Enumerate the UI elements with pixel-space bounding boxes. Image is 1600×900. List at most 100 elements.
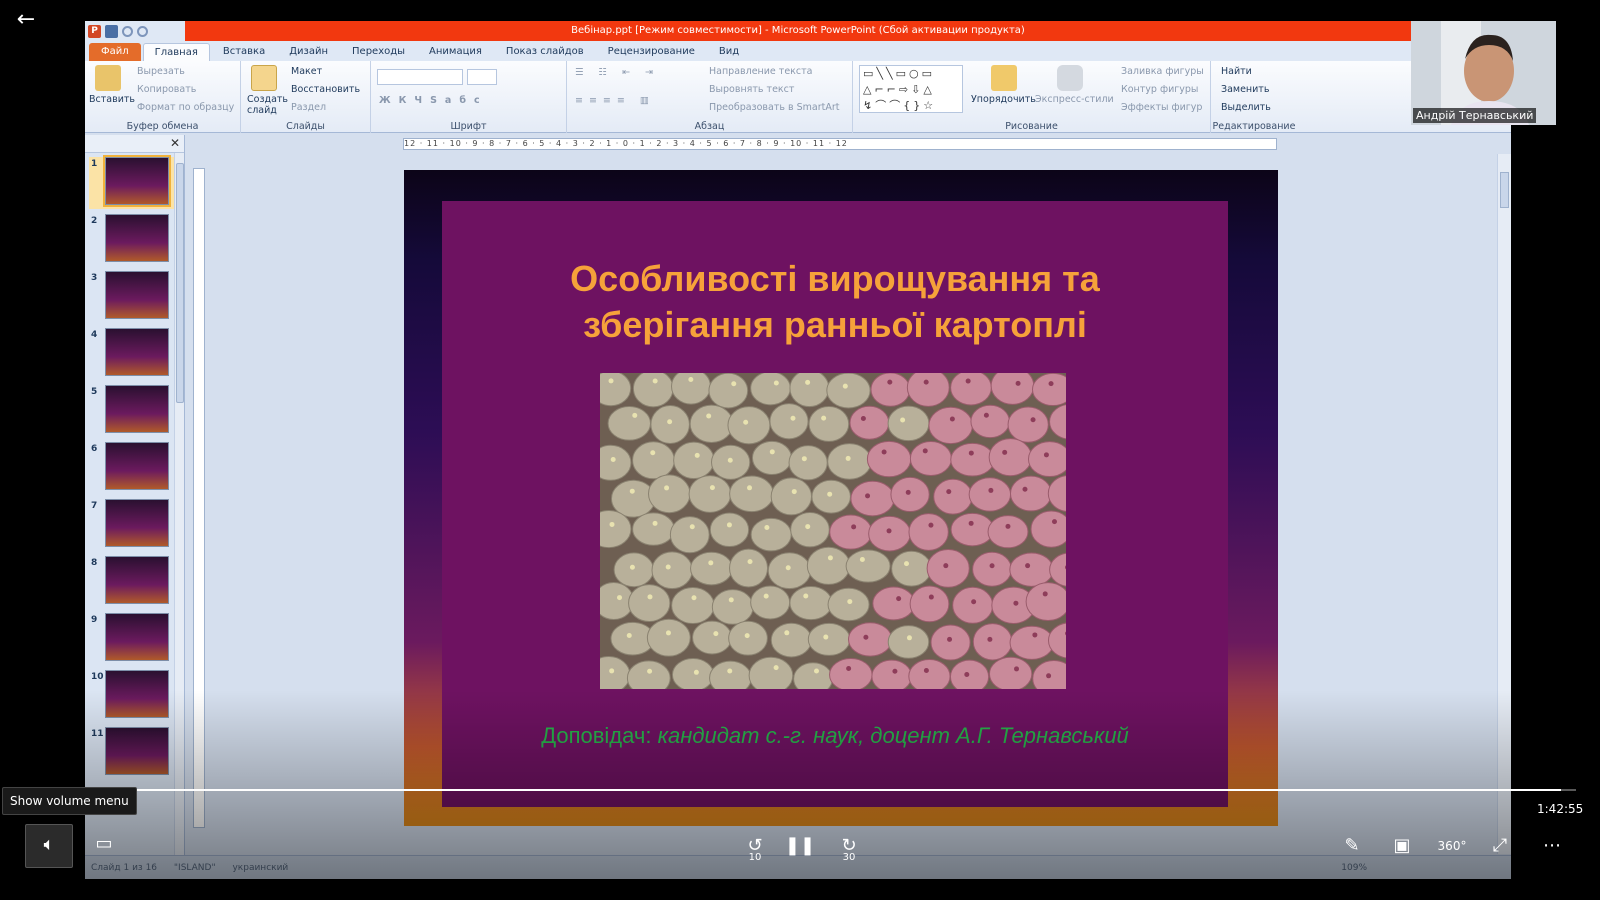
seek-bar[interactable] xyxy=(28,789,1576,791)
mini-player-button[interactable]: ▣ xyxy=(1382,826,1422,866)
list-buttons[interactable]: ☰ ☷ ⇤ ⇥ xyxy=(575,67,659,78)
seek-bar-fill xyxy=(28,789,1561,791)
tab-review[interactable]: Рецензирование xyxy=(597,43,706,61)
paste-button[interactable]: Вставить xyxy=(89,94,135,105)
slide-thumbnail[interactable]: 4 xyxy=(89,328,175,380)
tab-home[interactable]: Главная xyxy=(142,43,210,61)
copy-button[interactable]: Копировать xyxy=(137,84,196,95)
tab-insert[interactable]: Вставка xyxy=(212,43,276,61)
slide-scrollbar[interactable] xyxy=(1497,154,1511,854)
vertical-ruler xyxy=(193,168,205,828)
reset-button[interactable]: Восстановить xyxy=(291,84,360,95)
captions-button[interactable]: ▭ xyxy=(84,824,124,868)
slide-thumbnail-image xyxy=(105,442,169,490)
tab-slideshow[interactable]: Показ слайдов xyxy=(495,43,595,61)
status-language[interactable]: украинский xyxy=(232,863,288,873)
pencil-icon: ✎ xyxy=(1344,835,1360,856)
slide-canvas[interactable]: Особливості вирощування та зберігання ра… xyxy=(404,170,1278,826)
annotate-button[interactable]: ✎ xyxy=(1332,826,1372,866)
group-label-paragraph: Абзац xyxy=(694,121,725,132)
font-size-select[interactable] xyxy=(467,69,497,85)
slide-thumbnail-number: 6 xyxy=(91,444,98,454)
slide-thumbnail[interactable]: 1 xyxy=(89,155,175,209)
font-style-buttons[interactable]: ЖКЧSабс xyxy=(379,95,488,106)
slide-thumbnail-image xyxy=(105,670,169,718)
tab-transitions[interactable]: Переходы xyxy=(341,43,416,61)
slide-thumbnail-image xyxy=(105,385,169,433)
quick-styles-button[interactable]: Экспресс-стили xyxy=(1035,94,1114,105)
font-name-select[interactable] xyxy=(377,69,463,85)
shapes-gallery[interactable]: ▭╲╲▭○▭ △⌐⌐⇨⇩△ ↯⌒⌒{}☆ xyxy=(859,65,963,113)
paste-icon[interactable] xyxy=(95,65,121,91)
slide-footer[interactable]: Доповідач: кандидат с.-г. наук, доцент А… xyxy=(442,723,1228,749)
view-360-button[interactable]: 360° xyxy=(1432,826,1472,866)
slide-title[interactable]: Особливості вирощування та зберігання ра… xyxy=(442,256,1228,348)
align-text-button[interactable]: Выровнять текст xyxy=(709,84,794,95)
slide-thumbnail[interactable]: 7 xyxy=(89,499,175,551)
select-button[interactable]: Выделить xyxy=(1221,102,1271,113)
slide-thumbnail-number: 10 xyxy=(91,672,104,682)
slide-thumbnail-number: 4 xyxy=(91,330,98,340)
slide-thumbnail[interactable]: 11 xyxy=(89,727,175,779)
group-paragraph: ☰ ☷ ⇤ ⇥ ≡≡≡≡ ▥ Направление текста Выровн… xyxy=(567,61,853,133)
slide-content-area: Особливості вирощування та зберігання ра… xyxy=(442,201,1228,807)
thumbnail-scroll-knob[interactable] xyxy=(176,163,184,403)
redo-icon[interactable] xyxy=(137,25,148,37)
new-slide-button[interactable]: Создать слайд xyxy=(247,94,288,116)
quick-styles-icon[interactable] xyxy=(1057,65,1083,91)
align-buttons[interactable]: ≡≡≡≡ ▥ xyxy=(575,95,655,106)
tab-view[interactable]: Вид xyxy=(708,43,750,61)
section-button[interactable]: Раздел xyxy=(291,102,326,113)
slide-thumbnail[interactable]: 5 xyxy=(89,385,175,437)
quick-access-toolbar: P xyxy=(85,21,185,41)
more-options-button[interactable]: ⋯ xyxy=(1532,826,1572,866)
fullscreen-button[interactable]: ⤢ xyxy=(1480,826,1520,866)
group-editing: Найти Заменить Выделить Редактирование xyxy=(1211,61,1297,133)
slide-thumbnail[interactable]: 9 xyxy=(89,613,175,665)
back-arrow-icon[interactable]: ← xyxy=(12,6,40,34)
arrange-button[interactable]: Упорядочить xyxy=(971,94,1036,105)
close-icon[interactable]: ✕ xyxy=(170,136,180,150)
slide-thumbnail[interactable]: 3 xyxy=(89,271,175,323)
slide-thumbnail[interactable]: 8 xyxy=(89,556,175,608)
volume-button[interactable]: 🔈︎ xyxy=(25,824,73,868)
presenter-name: Андрій Тернавський xyxy=(1413,108,1537,123)
slide-thumbnail[interactable]: 10 xyxy=(89,670,175,722)
shape-effects-button[interactable]: Эффекты фигур xyxy=(1121,102,1202,113)
tab-file[interactable]: Файл xyxy=(89,43,141,61)
slide-thumbnail-number: 11 xyxy=(91,729,104,739)
horizontal-ruler: 12 · 11 · 10 · 9 · 8 · 7 · 6 · 5 · 4 · 3… xyxy=(403,138,1277,150)
elapsed-time: 1:42:55 xyxy=(1537,802,1584,816)
slide-thumbnail[interactable]: 2 xyxy=(89,214,175,266)
pause-button[interactable]: ❚❚ xyxy=(780,826,820,866)
tab-design[interactable]: Дизайн xyxy=(278,43,339,61)
replace-button[interactable]: Заменить xyxy=(1221,84,1269,95)
window-titlebar: P Вебінар.ppt [Режим совместимости] - Mi… xyxy=(85,21,1511,41)
slide-thumbnail-image xyxy=(103,155,171,207)
shape-outline-button[interactable]: Контур фигуры xyxy=(1121,84,1198,95)
shape-fill-button[interactable]: Заливка фигуры xyxy=(1121,66,1204,77)
cut-button[interactable]: Вырезать xyxy=(137,66,185,77)
format-painter-button[interactable]: Формат по образцу xyxy=(137,102,234,113)
skip-back-button[interactable]: ↺ 10 xyxy=(735,826,775,866)
slide-thumbnail-image xyxy=(105,499,169,547)
slide-thumbnail-image xyxy=(105,556,169,604)
new-slide-icon[interactable] xyxy=(251,65,277,91)
potatoes-photo[interactable] xyxy=(600,373,1066,689)
slide-title-line-2: зберігання ранньої картоплі xyxy=(583,304,1087,345)
undo-icon[interactable] xyxy=(122,25,133,37)
smartart-button[interactable]: Преобразовать в SmartArt xyxy=(709,102,839,113)
arrange-icon[interactable] xyxy=(991,65,1017,91)
slide-thumbnail-number: 2 xyxy=(91,216,98,226)
slide-thumbnail[interactable]: 6 xyxy=(89,442,175,494)
find-button[interactable]: Найти xyxy=(1221,66,1252,77)
tab-animation[interactable]: Анимация xyxy=(418,43,493,61)
powerpoint-logo-icon: P xyxy=(88,24,101,38)
text-direction-button[interactable]: Направление текста xyxy=(709,66,813,77)
thumbnail-scrollbar[interactable] xyxy=(174,153,184,855)
save-icon[interactable] xyxy=(105,24,118,38)
slide-scroll-knob[interactable] xyxy=(1500,172,1509,208)
skip-forward-button[interactable]: ↻ 30 xyxy=(829,826,869,866)
slide-thumbnail-number: 9 xyxy=(91,615,98,625)
layout-button[interactable]: Макет xyxy=(291,66,322,77)
